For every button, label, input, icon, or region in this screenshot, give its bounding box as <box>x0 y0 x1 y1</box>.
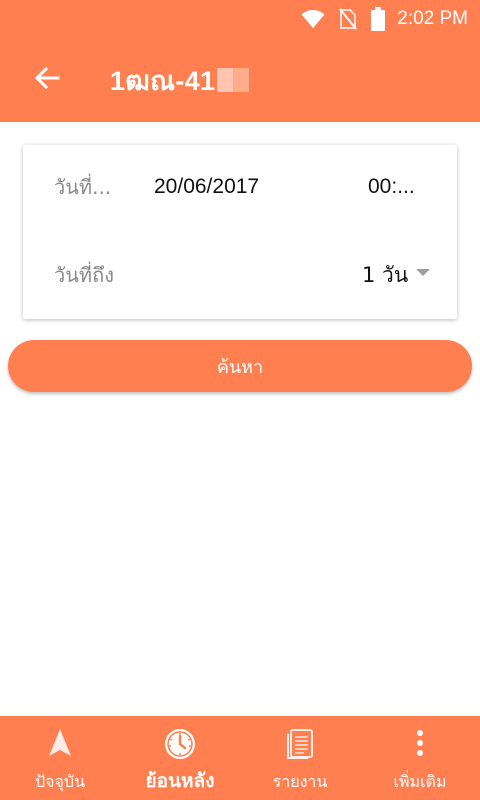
page-title: 1ฒณ-41 <box>110 59 250 102</box>
more-vertical-icon <box>360 728 480 758</box>
nav-item-more[interactable]: เพิ่มเติม <box>360 716 480 800</box>
search-button[interactable]: ค้นหา <box>8 340 472 392</box>
arrow-left-icon <box>34 66 60 94</box>
wifi-icon <box>301 9 325 29</box>
start-date-row: วันที่... 20/06/2017 00:... <box>23 157 457 217</box>
date-range-card: วันที่... 20/06/2017 00:... วันที่ถึง 1 … <box>23 145 457 319</box>
nav-label-current: ปัจจุบัน <box>35 772 85 791</box>
bottom-navigation: ปัจจุบัน ย้อนหลัง รายงาน เพิ่มเติม <box>0 716 480 800</box>
report-document-icon <box>240 728 360 760</box>
vehicle-plate: 1ฒณ-41 <box>110 65 216 96</box>
app-bar: 1ฒณ-41 <box>0 38 480 122</box>
nav-label-report: รายงาน <box>272 772 328 791</box>
duration-dropdown[interactable]: 1 วัน <box>362 259 431 292</box>
nav-item-current[interactable]: ปัจจุบัน <box>0 716 120 800</box>
no-sim-icon <box>339 8 358 30</box>
end-date-row: วันที่ถึง 1 วัน <box>23 245 457 305</box>
start-time-field[interactable]: 00:... <box>368 175 415 199</box>
nav-label-history: ย้อนหลัง <box>145 770 215 792</box>
status-time: 2:02 PM <box>397 8 468 29</box>
back-button[interactable] <box>0 38 96 122</box>
nav-item-report[interactable]: รายงาน <box>240 716 360 800</box>
history-screen: 2:02 PM 1ฒณ-41 วันที่... 20/06/2017 00:.… <box>0 0 480 800</box>
navigation-arrow-icon <box>0 728 120 758</box>
nav-label-more: เพิ่มเติม <box>393 772 447 791</box>
dropdown-caret-icon <box>416 268 431 276</box>
start-date-field[interactable]: 20/06/2017 <box>154 175 259 199</box>
duration-value: 1 วัน <box>362 262 409 287</box>
clock-history-icon <box>120 728 240 760</box>
nav-item-history[interactable]: ย้อนหลัง <box>120 716 240 800</box>
start-date-label: วันที่... <box>54 175 112 199</box>
redacted-plate-digits <box>217 68 250 93</box>
battery-icon <box>371 7 386 31</box>
end-date-label: วันที่ถึง <box>54 263 114 287</box>
status-bar: 2:02 PM <box>0 0 480 38</box>
